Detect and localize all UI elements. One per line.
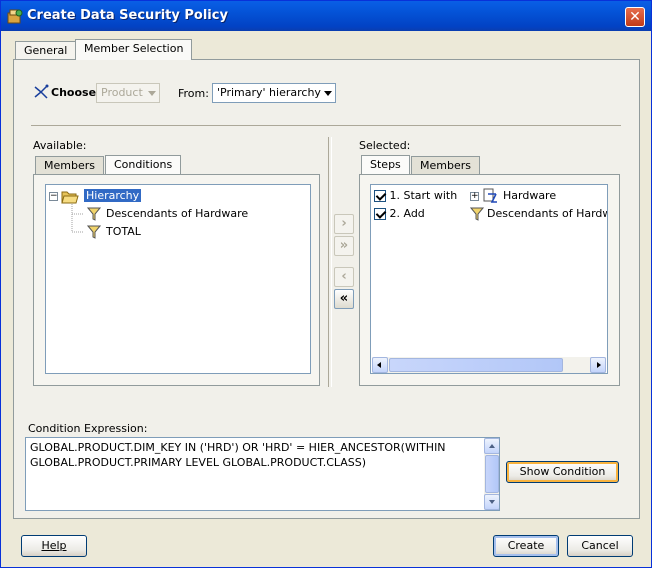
arrow-down-icon: [489, 500, 495, 504]
add-all-button[interactable]: »: [334, 236, 354, 256]
step-label: 2. Add: [389, 207, 425, 220]
condition-vertical-scrollbar[interactable]: [484, 438, 499, 510]
from-label: From:: [178, 87, 209, 100]
tree-node-descendants[interactable]: Descendants of Hardware: [106, 206, 248, 222]
show-condition-label: Show Condition: [519, 465, 606, 478]
tab-member-selection[interactable]: Member Selection: [75, 39, 193, 60]
available-tab-members[interactable]: Members: [35, 156, 104, 174]
selected-tab-steps[interactable]: Steps: [361, 155, 410, 174]
remove-all-button[interactable]: «: [334, 289, 354, 309]
remove-selected-button[interactable]: ‹: [334, 267, 354, 287]
available-tree[interactable]: − Hierarchy Descendants of Hardware TOTA…: [45, 184, 311, 374]
condition-expression-label: Condition Expression:: [28, 422, 148, 435]
policy-app-icon: [7, 9, 23, 24]
steps-horizontal-scrollbar[interactable]: [372, 357, 606, 373]
chevron-down-icon: [324, 91, 332, 96]
close-icon[interactable]: ✕: [625, 7, 645, 27]
help-button[interactable]: Help: [21, 535, 87, 557]
dimension-select: Product: [96, 83, 160, 103]
selected-tab-members[interactable]: Members: [411, 156, 480, 174]
arrow-up-icon: [489, 444, 495, 448]
choose-members-icon: [34, 84, 49, 99]
collapse-toggle-icon[interactable]: −: [49, 192, 58, 201]
dimension-select-value: Product: [101, 86, 143, 99]
hierarchy-select-value: 'Primary' hierarchy: [217, 86, 321, 99]
step-row[interactable]: 1. Start with: [374, 188, 457, 204]
cancel-button[interactable]: Cancel: [567, 535, 633, 557]
dialog-window: Create Data Security Policy ✕ General Me…: [0, 0, 652, 568]
tree-node-total[interactable]: TOTAL: [106, 224, 141, 240]
help-label: Help: [41, 539, 67, 552]
add-selected-button[interactable]: ›: [334, 214, 354, 234]
cancel-label: Cancel: [581, 539, 619, 552]
separator: [31, 125, 621, 126]
step-target: Hardware: [503, 189, 557, 202]
scroll-left-button[interactable]: [372, 357, 388, 373]
available-label: Available:: [33, 139, 87, 152]
scroll-thumb[interactable]: [389, 358, 563, 372]
condition-line: GLOBAL.PRODUCT.PRIMARY LEVEL GLOBAL.PROD…: [30, 456, 367, 469]
step-target: Descendants of Hardw: [487, 207, 608, 220]
filter-funnel-icon: [87, 225, 101, 239]
show-condition-button[interactable]: Show Condition: [506, 461, 619, 483]
dialog-title: Create Data Security Policy: [27, 8, 228, 23]
tree-root-node[interactable]: Hierarchy: [84, 188, 142, 204]
folder-open-icon: [61, 191, 79, 204]
tab-general[interactable]: General: [15, 41, 77, 60]
step-label: 1. Start with: [389, 189, 458, 202]
condition-line: GLOBAL.PRODUCT.DIM_KEY IN ('HRD') OR 'HR…: [30, 441, 446, 454]
chevron-down-icon: [148, 91, 156, 96]
scroll-down-button[interactable]: [484, 494, 499, 510]
create-button[interactable]: Create: [493, 535, 559, 557]
arrow-left-icon: [377, 362, 381, 368]
filter-funnel-icon: [87, 207, 101, 221]
filter-funnel-icon: [470, 207, 484, 221]
selected-label: Selected:: [359, 139, 411, 152]
column-divider-highlight: [331, 137, 332, 387]
create-label: Create: [507, 539, 545, 552]
condition-expression-field[interactable]: GLOBAL.PRODUCT.DIM_KEY IN ('HRD') OR 'HR…: [25, 437, 500, 511]
tree-root-label: Hierarchy: [84, 189, 142, 202]
hierarchy-member-icon: [483, 188, 497, 203]
arrow-right-icon: [597, 362, 601, 368]
step-checkbox[interactable]: [374, 190, 386, 202]
hierarchy-select[interactable]: 'Primary' hierarchy: [212, 83, 336, 103]
step-row[interactable]: 2. Add: [374, 206, 425, 222]
scroll-thumb[interactable]: [485, 455, 499, 493]
step-checkbox[interactable]: [374, 208, 386, 220]
available-tab-conditions[interactable]: Conditions: [105, 155, 182, 174]
scroll-up-button[interactable]: [484, 438, 499, 454]
choose-label: Choose: [51, 86, 97, 99]
expand-toggle-icon[interactable]: +: [470, 192, 479, 201]
title-bar[interactable]: Create Data Security Policy ✕: [1, 1, 651, 31]
scroll-right-button[interactable]: [590, 357, 606, 373]
selected-steps-list[interactable]: 1. Start with + Hardware 2. Add Descenda…: [370, 184, 608, 374]
column-divider: [328, 137, 329, 387]
